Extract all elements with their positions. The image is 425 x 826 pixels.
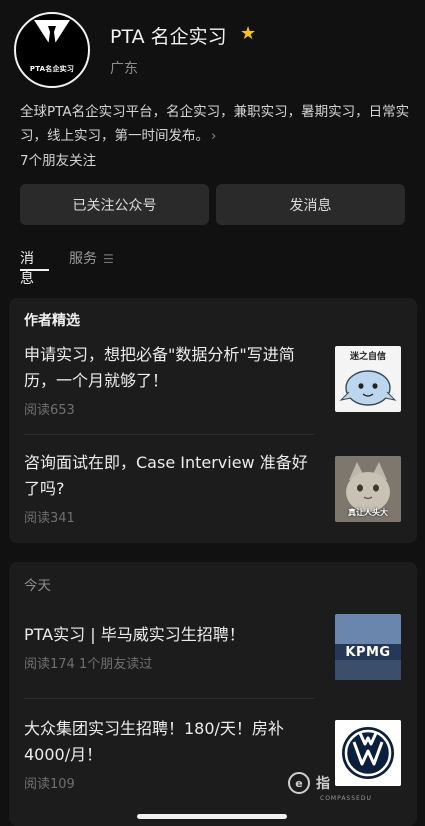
article-title: 大众集团实习生招聘！180/天！房补4000/月！ [24,719,284,764]
avatar-label: PTA名企实习 [29,65,75,73]
article-thumbnail: KPMG [335,614,401,680]
article-meta: 阅读341 [24,511,75,526]
send-message-button[interactable]: 发消息 [216,184,405,225]
menu-icon: ☰ [103,252,114,266]
tab-service[interactable]: 服务 ☰ [69,248,114,268]
divider [24,698,314,699]
article-title: 申请实习，想把必备"数据分析"写进简历，一个月就够了！ [24,345,295,390]
article-title: PTA实习 | 毕马威实习生招聘！ [24,625,245,644]
list-item[interactable]: 大众集团实习生招聘！180/天！房补4000/月！ 阅读109 [24,716,404,796]
followed-button[interactable]: 已关注公众号 [20,184,209,225]
watermark-text: 指 [316,776,330,792]
article-thumbnail [335,720,401,786]
star-icon[interactable]: ★ [240,23,256,44]
divider [24,434,314,435]
home-indicator[interactable] [137,814,287,819]
tab-service-label: 服务 [69,251,97,267]
active-tab-indicator [20,269,49,271]
article-thumbnail: 真让人头大 [335,456,401,522]
tab-news[interactable]: 消息 [20,248,34,288]
today-section: 今天 PTA实习 | 毕马威实习生招聘！ 阅读174 1个朋友读过 KPMG 大… [9,562,417,826]
article-title: 咨询面试在即，Case Interview 准备好了吗? [24,453,308,498]
watermark-subtext: COMPASSEDU [320,795,372,802]
friends-following[interactable]: 7个朋友关注 [20,149,96,169]
watermark: e 指 [288,770,330,796]
avatar[interactable]: PTA名企实习 [14,12,90,88]
thumbnail-caption: 真让人头大 [348,508,388,517]
account-name: PTA 名企实习 [110,26,227,48]
account-description[interactable]: 全球PTA名企实习平台，名企实习，兼职实习，暑期实习，日常实习，线上实习，第一时… [20,100,410,148]
list-item[interactable]: PTA实习 | 毕马威实习生招聘！ 阅读174 1个朋友读过 KPMG [24,614,404,702]
section-title: 今天 [24,578,51,594]
vw-logo-icon [335,720,401,786]
article-meta: 阅读653 [24,403,75,418]
account-region: 广东 [110,61,138,77]
account-profile: PTA名企实习 PTA 名企实习 ★ 广东 全球PTA名企实习平台，名企实习，兼… [0,0,425,180]
suit-tie-icon [26,20,78,60]
section-title: 作者精选 [24,313,80,329]
list-item[interactable]: 咨询面试在即，Case Interview 准备好了吗? 阅读341 真让人头大 [24,450,404,530]
chevron-right-icon: › [211,128,217,144]
featured-section: 作者精选 申请实习，想把必备"数据分析"写进简历，一个月就够了！ 阅读653 迷… [9,298,417,543]
thumbnail-caption: KPMG [345,645,391,660]
article-meta: 阅读174 1个朋友读过 [24,657,153,672]
list-item[interactable]: 申请实习，想把必备"数据分析"写进简历，一个月就够了！ 阅读653 迷之自信 [24,342,404,422]
compass-logo-icon: e [288,772,310,794]
article-thumbnail: 迷之自信 [335,346,401,412]
thumbnail-caption: 迷之自信 [349,352,386,362]
article-meta: 阅读109 [24,777,75,792]
